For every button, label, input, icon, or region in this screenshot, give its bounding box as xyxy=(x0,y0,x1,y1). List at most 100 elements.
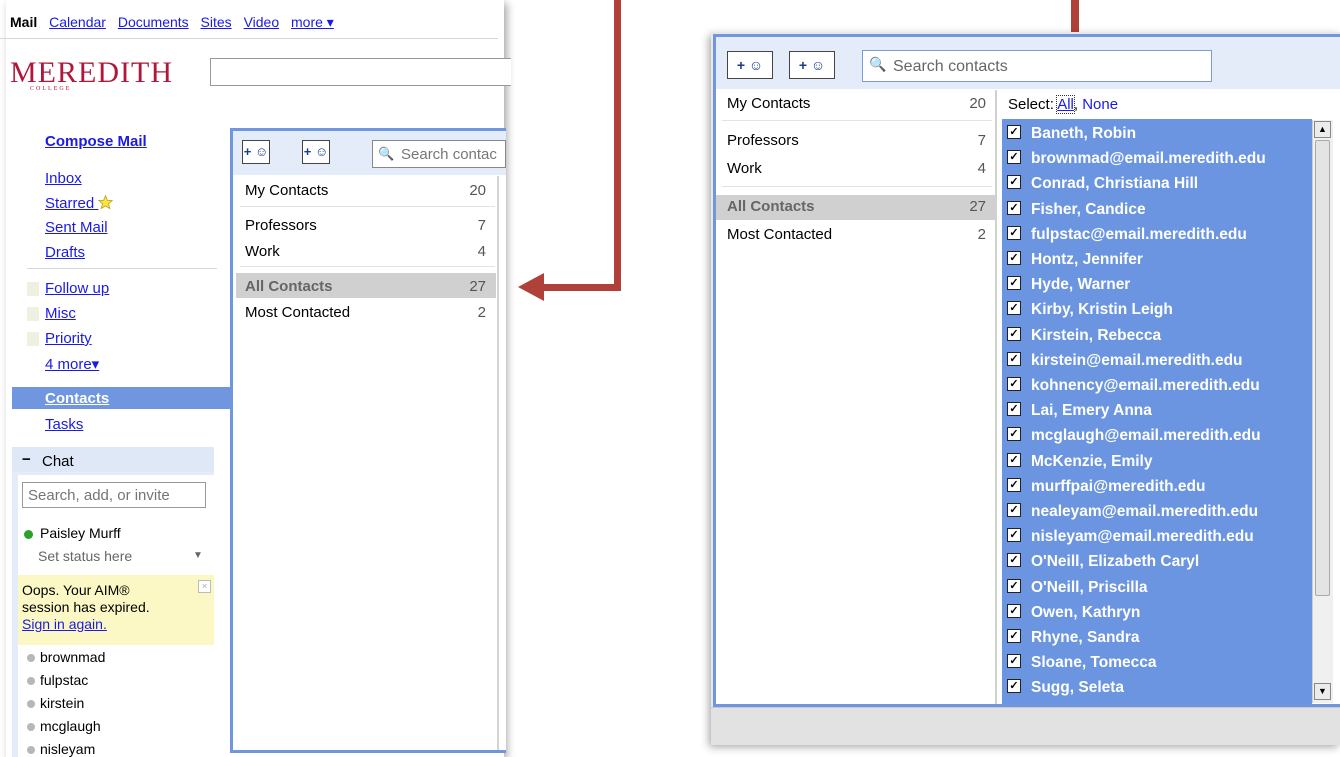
group-professors[interactable]: Professors xyxy=(245,217,317,234)
contact-row[interactable]: ✓ O'Neill, Elizabeth Caryl xyxy=(1007,549,1199,574)
more-labels-link[interactable]: 4 more▾ xyxy=(45,355,99,373)
checkbox-checked-icon[interactable]: ✓ xyxy=(1007,301,1021,316)
scroll-up-icon[interactable]: ▲ xyxy=(1314,121,1331,138)
search-icon: 🔍 xyxy=(869,56,887,72)
nav-divider xyxy=(27,268,217,269)
chat-buddy[interactable]: mcglaugh xyxy=(40,718,101,734)
nav-sites[interactable]: Sites xyxy=(201,14,232,30)
label-priority[interactable]: Priority xyxy=(45,330,92,347)
scroll-down-icon[interactable]: ▼ xyxy=(1314,683,1331,700)
tasks-link[interactable]: Tasks xyxy=(45,416,83,433)
contact-row[interactable]: ✓ murffpai@meredith.edu xyxy=(1007,474,1205,499)
add-group-button[interactable]: + ☺ xyxy=(789,51,835,79)
contact-row[interactable]: ✓ Hontz, Jennifer xyxy=(1007,247,1143,272)
add-group-button[interactable]: + ☺ xyxy=(302,140,330,164)
checkbox-checked-icon[interactable]: ✓ xyxy=(1007,578,1021,593)
checkbox-checked-icon[interactable]: ✓ xyxy=(1007,175,1021,190)
contact-row[interactable]: ✓ Sloane, Tomecca xyxy=(1007,650,1156,675)
drafts-link[interactable]: Drafts xyxy=(45,244,85,261)
sent-mail-link[interactable]: Sent Mail xyxy=(45,219,108,236)
status-dropdown-icon[interactable]: ▼ xyxy=(193,550,203,561)
group-professors[interactable]: Professors xyxy=(727,132,799,149)
contact-row[interactable]: ✓ Baneth, Robin xyxy=(1007,121,1136,146)
checkbox-checked-icon[interactable]: ✓ xyxy=(1007,452,1021,467)
contact-row[interactable]: ✓ Sugg, Seleta xyxy=(1007,675,1124,700)
contact-row[interactable]: ✓ Rhyne, Sandra xyxy=(1007,625,1140,650)
checkbox-checked-icon[interactable]: ✓ xyxy=(1007,200,1021,215)
nav-mail[interactable]: Mail xyxy=(10,14,37,30)
scrollbar-thumb[interactable] xyxy=(1315,140,1330,596)
nav-documents[interactable]: Documents xyxy=(118,14,189,30)
checkbox-checked-icon[interactable]: ✓ xyxy=(1007,603,1021,618)
checkbox-checked-icon[interactable]: ✓ xyxy=(1007,326,1021,341)
chat-buddy[interactable]: kirstein xyxy=(40,695,84,711)
label-misc[interactable]: Misc xyxy=(45,305,76,322)
chat-search-input[interactable] xyxy=(22,482,206,508)
contact-row[interactable]: ✓ kirstein@email.meredith.edu xyxy=(1007,348,1243,373)
checkbox-checked-icon[interactable]: ✓ xyxy=(1007,628,1021,643)
checkbox-checked-icon[interactable]: ✓ xyxy=(1007,679,1021,694)
nav-more[interactable]: more ▾ xyxy=(291,14,334,30)
group-most-contacted[interactable]: Most Contacted xyxy=(727,226,832,243)
close-icon[interactable]: × xyxy=(198,580,211,593)
checkbox-checked-icon[interactable]: ✓ xyxy=(1007,376,1021,391)
contact-name: murffpai@meredith.edu xyxy=(1031,477,1206,495)
checkbox-checked-icon[interactable]: ✓ xyxy=(1007,150,1021,165)
contact-row[interactable]: ✓ fulpstac@email.meredith.edu xyxy=(1007,222,1247,247)
checkbox-checked-icon[interactable]: ✓ xyxy=(1007,225,1021,240)
contacts-link[interactable]: Contacts xyxy=(45,390,109,407)
checkbox-checked-icon[interactable]: ✓ xyxy=(1007,427,1021,442)
chat-buddy[interactable]: nisleyam xyxy=(40,741,95,757)
group-most-contacted[interactable]: Most Contacted xyxy=(245,304,350,321)
contact-row[interactable]: ✓ O'Neill, Priscilla xyxy=(1007,575,1148,600)
contact-row[interactable]: ✓ brownmad@email.meredith.edu xyxy=(1007,146,1266,171)
nav-calendar[interactable]: Calendar xyxy=(49,14,106,30)
checkbox-checked-icon[interactable]: ✓ xyxy=(1007,654,1021,669)
select-none-link[interactable]: None xyxy=(1082,96,1118,113)
contact-row[interactable]: ✓ kohnency@email.meredith.edu xyxy=(1007,373,1260,398)
starred-link[interactable]: Starred xyxy=(45,194,114,212)
checkbox-checked-icon[interactable]: ✓ xyxy=(1007,276,1021,291)
contact-row[interactable]: ✓ Kirstein, Rebecca xyxy=(1007,323,1161,348)
inbox-link[interactable]: Inbox xyxy=(45,170,82,187)
label-follow-up[interactable]: Follow up xyxy=(45,280,109,297)
chat-buddy[interactable]: fulpstac xyxy=(40,672,88,688)
group-my-contacts[interactable]: My Contacts xyxy=(245,182,328,199)
add-contact-button[interactable]: + ☺ xyxy=(242,140,270,164)
group-work[interactable]: Work xyxy=(245,243,280,260)
add-contact-button[interactable]: + ☺ xyxy=(727,51,773,79)
group-all-contacts[interactable]: All Contacts xyxy=(245,278,333,295)
contact-row[interactable]: ✓ Owen, Kathryn xyxy=(1007,600,1140,625)
group-work[interactable]: Work xyxy=(727,160,762,177)
checkbox-checked-icon[interactable]: ✓ xyxy=(1007,477,1021,492)
chat-buddy[interactable]: brownmad xyxy=(40,649,105,665)
checkbox-checked-icon[interactable]: ✓ xyxy=(1007,250,1021,265)
contact-name: kirstein@email.meredith.edu xyxy=(1031,351,1243,369)
contact-name: Hontz, Jennifer xyxy=(1031,251,1143,268)
compose-mail-link[interactable]: Compose Mail xyxy=(45,133,147,150)
status-message-input[interactable]: Set status here xyxy=(38,548,132,564)
mail-search-input[interactable] xyxy=(210,58,511,86)
contact-row[interactable]: ✓ McKenzie, Emily xyxy=(1007,449,1152,474)
contact-row[interactable]: ✓ nealeyam@email.meredith.edu xyxy=(1007,499,1258,524)
checkbox-checked-icon[interactable]: ✓ xyxy=(1007,528,1021,543)
group-all-contacts[interactable]: All Contacts xyxy=(727,198,815,215)
contact-row[interactable]: ✓ Kirby, Kristin Leigh xyxy=(1007,297,1173,322)
contact-row[interactable]: ✓ Hyde, Warner xyxy=(1007,272,1130,297)
nav-video[interactable]: Video xyxy=(244,14,280,30)
contact-row[interactable]: ✓ Lai, Emery Anna xyxy=(1007,398,1152,423)
collapse-chat-icon[interactable]: − xyxy=(22,451,31,468)
checkbox-checked-icon[interactable]: ✓ xyxy=(1007,502,1021,517)
contact-row[interactable]: ✓ Conrad, Christiana Hill xyxy=(1007,171,1198,196)
group-count: 27 xyxy=(969,198,986,215)
checkbox-checked-icon[interactable]: ✓ xyxy=(1007,402,1021,417)
checkbox-checked-icon[interactable]: ✓ xyxy=(1007,124,1021,139)
select-all-link[interactable]: All xyxy=(1056,95,1075,114)
checkbox-checked-icon[interactable]: ✓ xyxy=(1007,351,1021,366)
contact-row[interactable]: ✓ nisleyam@email.meredith.edu xyxy=(1007,524,1254,549)
contact-row[interactable]: ✓ Fisher, Candice xyxy=(1007,197,1146,222)
checkbox-checked-icon[interactable]: ✓ xyxy=(1007,553,1021,568)
group-my-contacts[interactable]: My Contacts xyxy=(727,95,810,112)
contact-row[interactable]: ✓ mcglaugh@email.meredith.edu xyxy=(1007,423,1261,448)
sign-in-again-link[interactable]: Sign in again. xyxy=(22,616,192,633)
